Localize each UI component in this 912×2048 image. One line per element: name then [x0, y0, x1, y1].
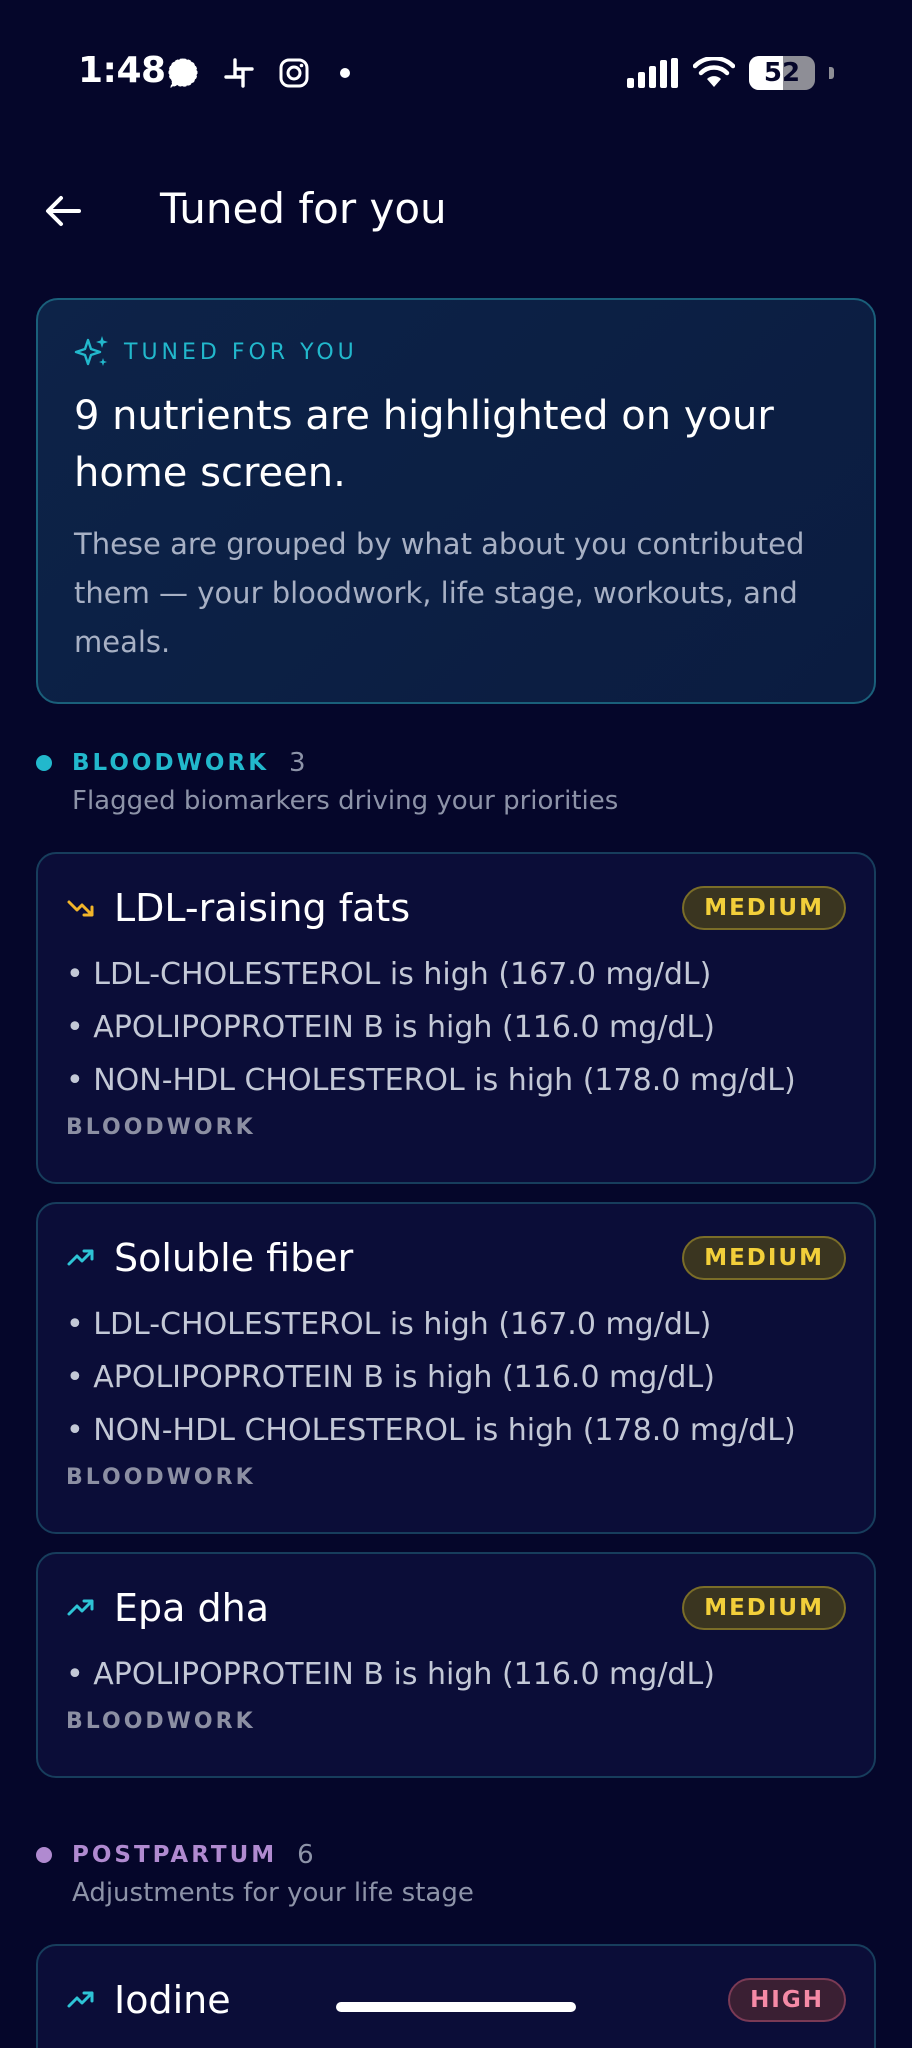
- section-subtitle: Flagged biomarkers driving your prioriti…: [72, 786, 619, 816]
- card-title: Epa dha: [114, 1586, 269, 1630]
- battery-indicator: 52: [749, 56, 815, 90]
- section-count: 3: [289, 748, 306, 778]
- battery-cap: [829, 67, 834, 79]
- card-source: BLOODWORK: [66, 1465, 256, 1490]
- status-bar: 1:48 52: [0, 0, 912, 150]
- notification-dot: [340, 68, 350, 78]
- battery-level: 52: [763, 58, 801, 88]
- card-bullet: • NON-HDL CHOLESTEROL is high (178.0 mg/…: [66, 1063, 796, 1098]
- app-header: Tuned for you: [0, 170, 912, 250]
- summary-heading: 9 nutrients are highlighted on your home…: [74, 393, 774, 496]
- section-header-postpartum: POSTPARTUM 6 Adjustments for your life s…: [36, 1840, 876, 1908]
- trending-up-icon: [67, 1991, 94, 2008]
- trending-up-icon: [67, 1599, 94, 1616]
- card-bullet: • LDL-CHOLESTEROL is high (167.0 mg/dL): [66, 957, 712, 992]
- card-source: BLOODWORK: [66, 1709, 256, 1734]
- summary-kicker-text: TUNED FOR YOU: [124, 339, 358, 365]
- status-app-icons: [166, 56, 350, 90]
- section-count: 6: [297, 1840, 314, 1870]
- cellular-signal-icon: [627, 58, 678, 88]
- status-time: 1:48: [78, 50, 166, 91]
- page-title: Tuned for you: [160, 184, 447, 233]
- card-title: LDL-raising fats: [114, 886, 411, 930]
- sparkle-icon: [74, 336, 108, 366]
- priority-badge: HIGH: [728, 1978, 846, 2022]
- priority-badge: MEDIUM: [682, 886, 846, 930]
- slack-icon: [224, 58, 254, 88]
- section-dot: [36, 755, 52, 771]
- summary-card: TUNED FOR YOU 9 nutrients are highlighte…: [36, 298, 876, 704]
- card-bullet: • APOLIPOPROTEIN B is high (116.0 mg/dL): [66, 1360, 715, 1395]
- nutrient-card-iodine[interactable]: Iodine HIGH: [36, 1944, 876, 2048]
- card-title: Soluble fiber: [114, 1236, 354, 1280]
- section-dot: [36, 1847, 52, 1863]
- card-bullet: • NON-HDL CHOLESTEROL is high (178.0 mg/…: [66, 1413, 796, 1448]
- home-indicator[interactable]: [336, 2002, 576, 2012]
- priority-badge: MEDIUM: [682, 1236, 846, 1280]
- card-source: BLOODWORK: [66, 1115, 256, 1140]
- section-header-bloodwork: BLOODWORK 3 Flagged biomarkers driving y…: [36, 748, 876, 816]
- card-bullet: • LDL-CHOLESTEROL is high (167.0 mg/dL): [66, 1307, 712, 1342]
- arrow-left-icon: [46, 196, 81, 226]
- section-name: POSTPARTUM: [72, 1842, 278, 1868]
- card-bullet: • APOLIPOPROTEIN B is high (116.0 mg/dL): [66, 1657, 715, 1692]
- section-name: BLOODWORK: [72, 750, 270, 776]
- card-title: Iodine: [114, 1978, 231, 2022]
- nutrient-card-ldl-raising-fats[interactable]: LDL-raising fats MEDIUM • LDL-CHOLESTERO…: [36, 852, 876, 1184]
- signal-messenger-icon: [168, 58, 198, 88]
- wifi-icon: [693, 57, 735, 87]
- back-button[interactable]: [38, 186, 88, 236]
- trending-up-icon: [67, 1249, 94, 1266]
- nutrient-card-epa-dha[interactable]: Epa dha MEDIUM • APOLIPOPROTEIN B is hig…: [36, 1552, 876, 1778]
- summary-description: These are grouped by what about you cont…: [74, 527, 805, 659]
- status-right: 52: [627, 56, 834, 90]
- section-subtitle: Adjustments for your life stage: [72, 1878, 474, 1908]
- nutrient-card-soluble-fiber[interactable]: Soluble fiber MEDIUM • LDL-CHOLESTEROL i…: [36, 1202, 876, 1534]
- instagram-icon: [279, 58, 309, 88]
- trending-down-icon: [67, 900, 94, 917]
- priority-badge: MEDIUM: [682, 1586, 846, 1630]
- card-bullet: • APOLIPOPROTEIN B is high (116.0 mg/dL): [66, 1010, 715, 1045]
- summary-kicker: TUNED FOR YOU: [74, 334, 838, 370]
